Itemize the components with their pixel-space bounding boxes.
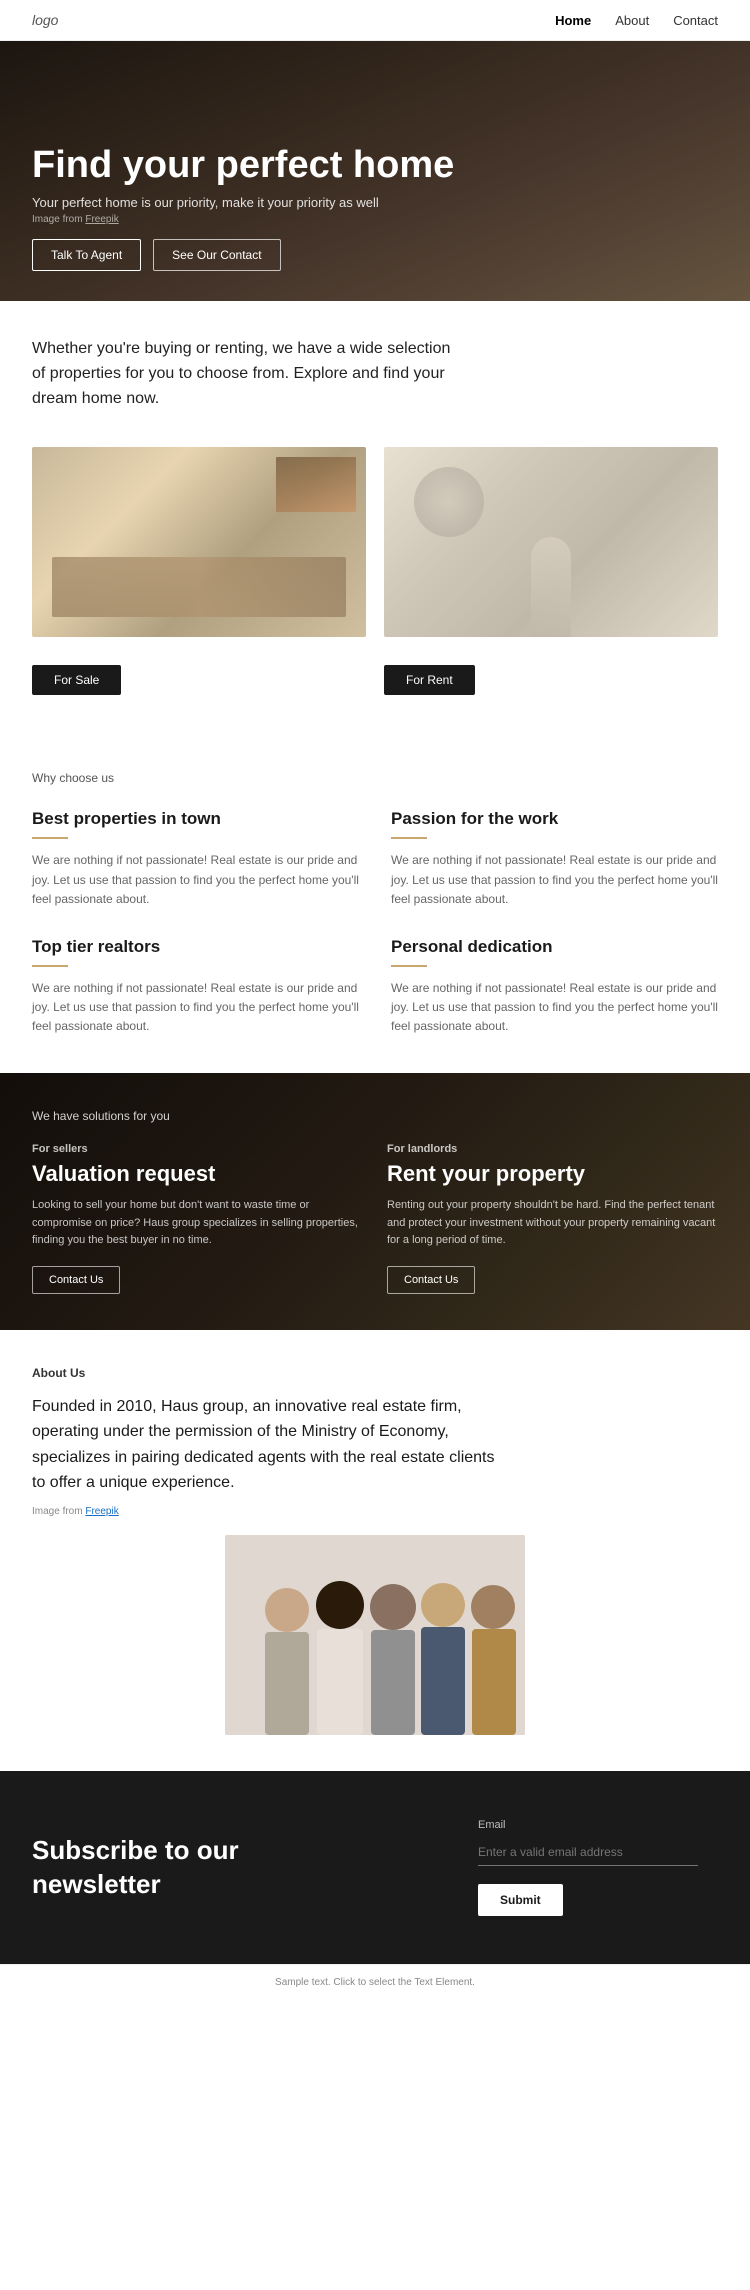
why-desc-1: We are nothing if not passionate! Real e… (391, 851, 718, 909)
solutions-section: We have solutions for you For sellers Va… (0, 1073, 750, 1330)
for-rent-button[interactable]: For Rent (384, 665, 475, 695)
property-image-sale (32, 447, 366, 637)
nav-home[interactable]: Home (555, 13, 591, 28)
why-item-1: Passion for the work We are nothing if n… (391, 809, 718, 909)
why-item-0: Best properties in town We are nothing i… (32, 809, 359, 909)
why-desc-0: We are nothing if not passionate! Real e… (32, 851, 359, 909)
intro-section: Whether you're buying or renting, we hav… (0, 301, 750, 447)
solution-tag-1: For landlords (387, 1143, 718, 1155)
team-svg (225, 1535, 525, 1735)
newsletter-form: Email Submit (478, 1819, 718, 1916)
nav-contact[interactable]: Contact (673, 13, 718, 28)
about-label: About Us (32, 1366, 718, 1380)
why-desc-3: We are nothing if not passionate! Real e… (391, 979, 718, 1037)
solution-tag-0: For sellers (32, 1143, 363, 1155)
solution-desc-1: Renting out your property shouldn't be h… (387, 1197, 718, 1250)
email-input[interactable] (478, 1839, 698, 1866)
why-title-0: Best properties in town (32, 809, 359, 829)
why-section: Why choose us Best properties in town We… (0, 735, 750, 1072)
contact-us-sellers-button[interactable]: Contact Us (32, 1266, 120, 1294)
why-desc-2: We are nothing if not passionate! Real e… (32, 979, 359, 1037)
see-contact-button[interactable]: See Our Contact (153, 239, 280, 271)
hero-subtitle: Your perfect home is our priority, make … (32, 195, 750, 210)
solutions-label: We have solutions for you (32, 1109, 718, 1123)
team-image (225, 1535, 525, 1735)
solution-title-1: Rent your property (387, 1161, 718, 1187)
about-section: About Us Founded in 2010, Haus group, an… (0, 1330, 750, 1771)
solutions-grid: For sellers Valuation request Looking to… (32, 1143, 718, 1294)
why-item-2: Top tier realtors We are nothing if not … (32, 937, 359, 1037)
why-grid: Best properties in town We are nothing i… (32, 809, 718, 1036)
nav-links: Home About Contact (555, 13, 718, 28)
why-item-3: Personal dedication We are nothing if no… (391, 937, 718, 1037)
property-image-rent (384, 447, 718, 637)
property-card-sale: For Sale (32, 447, 366, 695)
hero-section: Find your perfect home Your perfect home… (0, 41, 750, 301)
about-text: Founded in 2010, Haus group, an innovati… (32, 1394, 512, 1496)
for-sale-button[interactable]: For Sale (32, 665, 121, 695)
why-divider-0 (32, 837, 68, 839)
property-section: For Sale For Rent (0, 447, 750, 735)
why-title-3: Personal dedication (391, 937, 718, 957)
hero-credit: Image from Freepik (32, 214, 750, 225)
email-label: Email (478, 1819, 718, 1831)
why-label: Why choose us (32, 771, 718, 785)
solution-desc-0: Looking to sell your home but don't want… (32, 1197, 363, 1250)
submit-button[interactable]: Submit (478, 1884, 563, 1916)
newsletter-title: Subscribe to our newsletter (32, 1834, 252, 1902)
why-divider-1 (391, 837, 427, 839)
contact-us-landlords-button[interactable]: Contact Us (387, 1266, 475, 1294)
talk-agent-button[interactable]: Talk To Agent (32, 239, 141, 271)
why-title-1: Passion for the work (391, 809, 718, 829)
why-divider-3 (391, 965, 427, 967)
hero-title: Find your perfect home (32, 145, 750, 187)
newsletter-section: Subscribe to our newsletter Email Submit (0, 1771, 750, 1964)
about-credit: Image from Freepik (32, 1506, 718, 1517)
team-image-container (32, 1535, 718, 1735)
why-title-2: Top tier realtors (32, 937, 359, 957)
logo: logo (32, 12, 58, 28)
footer-note: Sample text. Click to select the Text El… (0, 1964, 750, 2000)
property-grid: For Sale For Rent (32, 447, 718, 695)
solution-sellers: For sellers Valuation request Looking to… (32, 1143, 363, 1294)
solution-landlords: For landlords Rent your property Renting… (387, 1143, 718, 1294)
hero-buttons: Talk To Agent See Our Contact (32, 239, 750, 271)
solution-title-0: Valuation request (32, 1161, 363, 1187)
why-divider-2 (32, 965, 68, 967)
intro-text: Whether you're buying or renting, we hav… (32, 337, 452, 411)
nav-about[interactable]: About (615, 13, 649, 28)
navigation: logo Home About Contact (0, 0, 750, 41)
solutions-content: We have solutions for you For sellers Va… (32, 1109, 718, 1294)
property-card-rent: For Rent (384, 447, 718, 695)
